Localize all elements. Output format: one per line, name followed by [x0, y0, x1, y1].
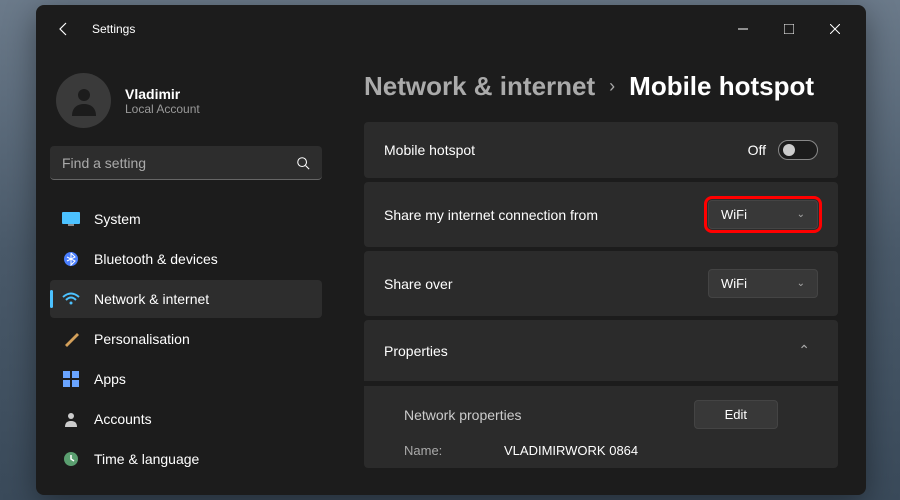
minimize-icon	[738, 24, 748, 34]
nav-item-network[interactable]: Network & internet	[50, 280, 322, 318]
chevron-up-icon[interactable]: ⌃	[790, 338, 818, 363]
breadcrumb-parent[interactable]: Network & internet	[364, 71, 595, 102]
back-button[interactable]	[44, 9, 84, 49]
name-row: Name: VLADIMIRWORK 0864	[404, 443, 818, 458]
nav-item-apps[interactable]: Apps	[50, 360, 322, 398]
name-label: Name:	[404, 443, 464, 458]
dropdown-value: WiFi	[721, 207, 747, 222]
network-properties-row: Network properties Edit	[404, 400, 818, 429]
share-over-card: Share over WiFi ⌄	[364, 251, 838, 316]
chevron-down-icon: ⌄	[797, 278, 805, 289]
brush-icon	[62, 330, 80, 348]
wifi-icon	[62, 290, 80, 308]
properties-label: Properties	[384, 343, 448, 359]
titlebar: Settings	[36, 5, 866, 53]
share-from-card: Share my internet connection from WiFi ⌄	[364, 182, 838, 247]
nav-label: Apps	[94, 371, 126, 387]
chevron-down-icon: ⌄	[797, 209, 805, 220]
nav-item-accounts[interactable]: Accounts	[50, 400, 322, 438]
network-properties-label: Network properties	[404, 407, 522, 423]
toggle-state-text: Off	[748, 142, 766, 158]
name-value: VLADIMIRWORK 0864	[504, 443, 638, 458]
main-panel: Network & internet › Mobile hotspot Mobi…	[336, 53, 866, 495]
dropdown-value: WiFi	[721, 276, 747, 291]
user-info: Vladimir Local Account	[125, 86, 200, 116]
nav-item-personalisation[interactable]: Personalisation	[50, 320, 322, 358]
share-from-label: Share my internet connection from	[384, 207, 598, 223]
minimize-button[interactable]	[720, 13, 766, 45]
settings-window: Settings Vladimir Local Account	[36, 5, 866, 495]
nav-label: System	[94, 211, 141, 227]
share-over-dropdown[interactable]: WiFi ⌄	[708, 269, 818, 298]
user-account-type: Local Account	[125, 102, 200, 116]
sidebar: Vladimir Local Account System Bluetooth …	[36, 53, 336, 495]
share-from-dropdown[interactable]: WiFi ⌄	[708, 200, 818, 229]
nav-label: Bluetooth & devices	[94, 251, 218, 267]
search-box[interactable]	[50, 146, 322, 180]
breadcrumb-current: Mobile hotspot	[629, 71, 814, 102]
nav-list: System Bluetooth & devices Network & int…	[50, 200, 322, 478]
hotspot-toggle-label: Mobile hotspot	[384, 142, 475, 158]
edit-button[interactable]: Edit	[694, 400, 778, 429]
arrow-left-icon	[56, 21, 72, 37]
nav-label: Network & internet	[94, 291, 209, 307]
close-icon	[830, 24, 840, 34]
search-icon	[296, 156, 310, 170]
maximize-button[interactable]	[766, 13, 812, 45]
bluetooth-icon	[62, 250, 80, 268]
hotspot-toggle[interactable]	[778, 140, 818, 160]
apps-icon	[62, 370, 80, 388]
accounts-icon	[62, 410, 80, 428]
window-controls	[720, 13, 858, 45]
nav-item-bluetooth[interactable]: Bluetooth & devices	[50, 240, 322, 278]
breadcrumb: Network & internet › Mobile hotspot	[364, 71, 838, 102]
nav-label: Accounts	[94, 411, 152, 427]
person-icon	[66, 83, 102, 119]
user-name: Vladimir	[125, 86, 200, 102]
nav-label: Personalisation	[94, 331, 190, 347]
nav-item-system[interactable]: System	[50, 200, 322, 238]
avatar	[56, 73, 111, 128]
maximize-icon	[784, 24, 794, 34]
window-title: Settings	[92, 22, 720, 36]
content-area: Vladimir Local Account System Bluetooth …	[36, 53, 866, 495]
nav-item-time[interactable]: Time & language	[50, 440, 322, 478]
toggle-wrap: Off	[748, 140, 818, 160]
share-over-label: Share over	[384, 276, 452, 292]
user-section[interactable]: Vladimir Local Account	[50, 59, 322, 146]
system-icon	[62, 210, 80, 228]
nav-label: Time & language	[94, 451, 199, 467]
time-icon	[62, 450, 80, 468]
chevron-right-icon: ›	[609, 76, 615, 97]
search-input[interactable]	[62, 155, 296, 171]
properties-card[interactable]: Properties ⌃	[364, 320, 838, 382]
close-button[interactable]	[812, 13, 858, 45]
properties-content: Network properties Edit Name: VLADIMIRWO…	[364, 386, 838, 468]
hotspot-toggle-card: Mobile hotspot Off	[364, 122, 838, 178]
